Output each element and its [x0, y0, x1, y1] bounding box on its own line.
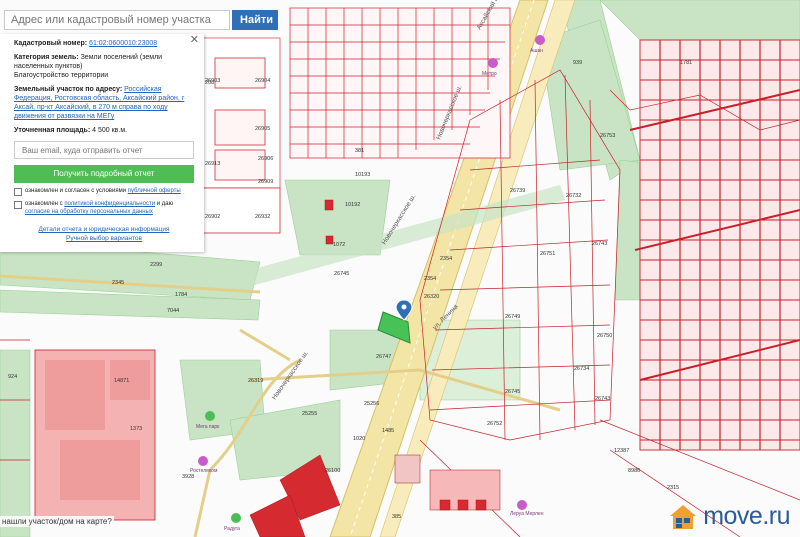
- parcel-number-label: 26909: [258, 179, 273, 185]
- consent-privacy-checkbox[interactable]: [14, 201, 22, 209]
- poi-label: Метро: [482, 71, 497, 77]
- parcel-number-label: 25256: [364, 401, 379, 407]
- parcel-number-label: 26902: [205, 214, 220, 220]
- cadastral-label: Кадастровый номер:: [14, 40, 88, 47]
- parcel-number-label: 1373: [130, 426, 142, 432]
- offer-link[interactable]: публичной оферты: [128, 188, 181, 194]
- parcel-number-label: 10193: [355, 172, 370, 178]
- area-label: Уточненная площадь:: [14, 127, 91, 134]
- parcel-number-label: 26743: [592, 241, 607, 247]
- parcel-number-label: 26732: [566, 193, 581, 199]
- parcel-number-label: 2354: [440, 256, 452, 262]
- parcel-number-label: 1781: [680, 60, 692, 66]
- area-value: 4 500 кв.м.: [92, 127, 128, 134]
- search-input[interactable]: [4, 10, 230, 30]
- house-icon: [670, 504, 697, 529]
- poi-label: Леруа Мерлен: [510, 511, 544, 517]
- category-row: Категория земель: Земли поселений (земли…: [14, 53, 194, 80]
- parcel-number-label: 2345: [112, 280, 124, 286]
- parcel-number-label: 26747: [376, 354, 391, 360]
- poi-label: Мега парк: [196, 424, 220, 430]
- parcel-info-panel: ✕ Кадастровый номер: 61:02:0600010:23008…: [0, 34, 204, 252]
- parcel-number-label: 26100: [325, 468, 340, 474]
- brand-logo[interactable]: move.ru: [668, 502, 790, 531]
- privacy-link[interactable]: политикой конфиденциальности: [64, 201, 155, 207]
- parcel-number-label: 26751: [540, 251, 555, 257]
- parcel-number-label: 26749: [505, 314, 520, 320]
- parcel-number-label: 26745: [505, 389, 520, 395]
- parcel-number-label: 7044: [167, 308, 179, 314]
- parcels-residential-east: [629, 39, 800, 451]
- personal-data-link[interactable]: согласие на обработку персональных данны…: [25, 209, 153, 215]
- address-row: Земельный участок по адресу: Российская …: [14, 85, 194, 121]
- parcel-number-label: 12387: [614, 448, 629, 454]
- poi-label: Радуга: [224, 526, 240, 532]
- parcel-number-label: 25255: [302, 411, 317, 417]
- parcel-number-label: 385: [392, 514, 401, 520]
- parcel-number-label: 26743: [595, 396, 610, 402]
- details-link[interactable]: Детали отчета и юридическая информация: [38, 226, 169, 233]
- manual-selection-link[interactable]: Ручной выбор вариантов: [66, 235, 142, 242]
- consent-offer[interactable]: ознакомлен и согласен с условиями публич…: [14, 187, 194, 196]
- parcel-number-label: 381: [355, 148, 364, 154]
- parcel-number-label: 8986: [628, 468, 640, 474]
- use-value: Благоустройство территории: [14, 72, 109, 79]
- parcel-number-label: 26913: [205, 161, 220, 167]
- parcel-number-label: 2315: [667, 485, 679, 491]
- parcel-number-label: 1784: [175, 292, 187, 298]
- panel-links: Детали отчета и юридическая информация Р…: [14, 225, 194, 243]
- consent-privacy-mid: и даю: [155, 201, 174, 207]
- parcel-number-label: 3928: [182, 474, 194, 480]
- consent-offer-text: ознакомлен и согласен с условиями: [25, 188, 128, 194]
- parcel-number-label: 10192: [345, 202, 360, 208]
- parcel-number-label: 1485: [382, 428, 394, 434]
- search-button[interactable]: Найти: [232, 10, 278, 30]
- consent-privacy[interactable]: ознакомлен с политикой конфиденциальност…: [14, 200, 194, 216]
- parcel-number-label: 2354: [424, 276, 436, 282]
- parcel-number-label: 26745: [334, 271, 349, 277]
- consent-offer-checkbox[interactable]: [14, 188, 22, 196]
- parcel-number-label: 939: [573, 60, 582, 66]
- parcel-number-label: 26753: [600, 133, 615, 139]
- parcel-number-label: 1020: [353, 436, 365, 442]
- parcel-number-label: 26905: [255, 126, 270, 132]
- parcel-number-label: 26739: [510, 188, 525, 194]
- parcel-number-label: 924: [8, 374, 17, 380]
- brand-name: move.ru: [703, 502, 790, 530]
- cadastral-row: Кадастровый номер: 61:02:0600010:23008: [14, 39, 194, 48]
- parcels-residential-north: [289, 7, 511, 159]
- area-row: Уточненная площадь: 4 500 кв.м.: [14, 126, 194, 135]
- parcel-number-label: 1072: [333, 242, 345, 248]
- parcel-number-label: 26320: [424, 294, 439, 300]
- parcels-residential-west: [199, 37, 281, 234]
- bottom-hint[interactable]: нашли участок/дом на карте?: [0, 516, 114, 527]
- parcel-number-label: 26906: [258, 156, 273, 162]
- poi-label: Ашан: [530, 48, 543, 54]
- parcel-number-label: 208: [205, 80, 214, 86]
- parcel-number-label: 26932: [255, 214, 270, 220]
- parcel-number-label: 14871: [114, 378, 129, 384]
- get-report-button[interactable]: Получить подробный отчет: [14, 165, 194, 183]
- poi-label: Ростелеком: [190, 468, 218, 474]
- consent-privacy-text: ознакомлен с: [25, 201, 65, 207]
- address-label: Земельный участок по адресу:: [14, 86, 123, 93]
- cadastral-link[interactable]: 61:02:0600010:23008: [89, 40, 157, 47]
- category-label: Категория земель:: [14, 54, 79, 61]
- close-icon[interactable]: ✕: [190, 35, 199, 46]
- search-button-label: Найти: [240, 14, 273, 26]
- parcel-number-label: 26319: [248, 378, 263, 384]
- parcel-number-label: 26752: [487, 421, 502, 427]
- email-field[interactable]: [14, 141, 194, 159]
- parcel-number-label: 26904: [255, 78, 270, 84]
- parcel-number-label: 26750: [597, 333, 612, 339]
- parcel-number-label: 26734: [574, 366, 589, 372]
- parcel-number-label: 2299: [150, 262, 162, 268]
